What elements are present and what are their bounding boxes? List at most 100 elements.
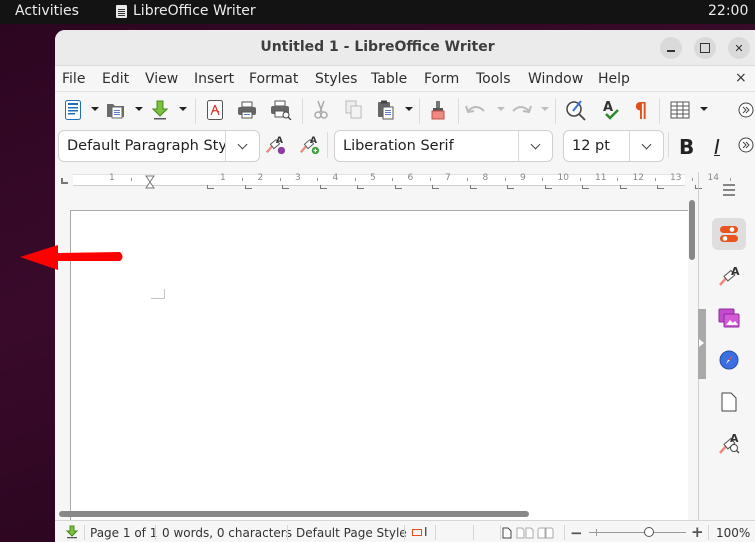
save-status-icon[interactable] [65, 525, 79, 542]
bold-button[interactable]: B [679, 135, 694, 159]
page-style[interactable]: Default Page Style [296, 526, 407, 540]
save-dropdown-arrow[interactable] [179, 107, 187, 111]
sidebar-gallery-icon[interactable] [712, 302, 746, 334]
sidebar-styles-icon[interactable]: A [712, 260, 746, 292]
paragraph-style-value[interactable]: Default Paragraph Style [59, 138, 225, 154]
svg-text:A: A [731, 265, 740, 278]
clone-formatting-icon[interactable] [427, 99, 449, 121]
more-formatting-icon[interactable] [735, 134, 755, 156]
word-count[interactable]: 0 words, 0 characters [162, 526, 292, 540]
new-dropdown-arrow[interactable] [91, 107, 99, 111]
redo-icon[interactable] [510, 99, 532, 121]
menu-insert[interactable]: Insert [194, 71, 234, 87]
chevron-down-icon [237, 139, 248, 149]
activities-button[interactable]: Activities [15, 3, 79, 19]
single-page-view-icon[interactable] [502, 527, 512, 542]
font-name-combo[interactable]: Liberation Serif [334, 130, 553, 162]
update-style-icon[interactable]: A [264, 134, 286, 156]
insert-mode-icon[interactable]: I [424, 525, 428, 539]
italic-button[interactable]: I [714, 135, 720, 159]
font-name-dropdown[interactable] [518, 131, 552, 161]
spelling-icon[interactable]: A [600, 99, 622, 121]
ruler-tab-stop [394, 185, 402, 189]
separator [708, 525, 709, 540]
copy-icon[interactable] [343, 99, 365, 121]
menu-view[interactable]: View [145, 71, 178, 87]
menu-styles[interactable]: Styles [315, 71, 357, 87]
multi-page-view-icon[interactable] [516, 527, 534, 542]
selection-mode-icon[interactable] [412, 529, 422, 536]
font-size-combo[interactable]: 12 pt [563, 130, 664, 162]
menu-format[interactable]: Format [249, 71, 298, 87]
svg-text:A: A [603, 100, 613, 115]
sidebar: A A [698, 172, 755, 520]
new-document-icon[interactable] [62, 99, 84, 121]
paste-icon[interactable] [375, 99, 397, 121]
separator [458, 98, 459, 124]
insert-table-icon[interactable] [669, 99, 691, 121]
vertical-scrollbar[interactable] [689, 200, 695, 260]
window-title: Untitled 1 - LibreOffice Writer [260, 39, 495, 55]
ruler-tab-stop [582, 185, 589, 189]
zoom-slider[interactable] [589, 532, 686, 533]
zoom-out-button[interactable]: − [570, 524, 583, 542]
undo-dropdown-arrow[interactable] [497, 107, 505, 111]
close-button[interactable]: ✕ [728, 37, 750, 59]
menu-edit[interactable]: Edit [102, 71, 129, 87]
sidebar-properties-icon[interactable] [712, 218, 746, 250]
sidebar-collapse-handle[interactable] [698, 309, 706, 379]
sidebar-navigator-icon[interactable] [712, 344, 746, 376]
font-size-value[interactable]: 12 pt [564, 138, 629, 154]
separator [473, 525, 474, 540]
paragraph-style-combo[interactable]: Default Paragraph Style [58, 130, 260, 162]
app-menu[interactable]: LibreOffice Writer [116, 3, 256, 19]
print-preview-icon[interactable] [270, 99, 292, 121]
menu-help[interactable]: Help [598, 71, 630, 87]
document-page[interactable] [70, 210, 688, 530]
zoom-slider-thumb[interactable] [644, 527, 655, 537]
clock[interactable]: 22:00 [708, 3, 748, 19]
tab-type-selector[interactable] [61, 178, 68, 184]
font-size-dropdown[interactable] [629, 131, 663, 161]
font-name-value[interactable]: Liberation Serif [335, 138, 518, 154]
find-replace-icon[interactable] [565, 99, 587, 121]
indent-marker[interactable] [145, 174, 155, 189]
book-view-icon[interactable] [537, 527, 555, 542]
export-pdf-icon[interactable] [204, 99, 226, 121]
open-folder-icon[interactable] [105, 99, 127, 121]
more-toolbar-icon[interactable] [735, 99, 755, 121]
open-dropdown-arrow[interactable] [135, 107, 143, 111]
minimize-button[interactable] [660, 37, 682, 59]
svg-text:A: A [276, 135, 284, 146]
ruler-tick [617, 178, 618, 181]
menu-table[interactable]: Table [371, 71, 407, 87]
redo-dropdown-arrow[interactable] [541, 107, 549, 111]
sidebar-page-icon[interactable] [712, 386, 746, 418]
page-count[interactable]: Page 1 of 1 [90, 526, 157, 540]
ruler-tick [429, 178, 431, 181]
zoom-level[interactable]: 100% [716, 526, 750, 540]
new-style-icon[interactable]: A [298, 134, 320, 156]
menu-form[interactable]: Form [424, 71, 459, 87]
formatting-toolbar: Default Paragraph Style A A Liberation S… [55, 126, 755, 164]
close-document-button[interactable]: × [735, 70, 747, 86]
print-icon[interactable] [236, 99, 258, 121]
sidebar-menu-icon[interactable] [712, 174, 746, 206]
formatting-marks-icon[interactable]: ¶ [630, 99, 652, 121]
save-icon[interactable] [149, 99, 171, 121]
zoom-in-button[interactable]: + [691, 523, 704, 541]
writer-window: Untitled 1 - LibreOffice Writer ✕ File E… [55, 30, 755, 542]
ruler-label: 1 [109, 173, 115, 183]
paste-dropdown-arrow[interactable] [405, 107, 413, 111]
paragraph-style-dropdown[interactable] [225, 131, 259, 161]
table-dropdown-arrow[interactable] [700, 107, 708, 111]
cut-icon[interactable] [310, 99, 332, 121]
undo-icon[interactable] [465, 99, 487, 121]
horizontal-scrollbar[interactable] [59, 511, 529, 517]
menu-window[interactable]: Window [528, 71, 583, 87]
sidebar-style-inspector-icon[interactable]: A [712, 428, 746, 460]
menu-file[interactable]: File [62, 71, 85, 87]
menu-tools[interactable]: Tools [476, 71, 511, 87]
maximize-button[interactable] [694, 37, 716, 59]
horizontal-ruler[interactable]: 1 1 2 3 4 5 6 7 8 9 10 11 12 13 14 [55, 172, 731, 190]
